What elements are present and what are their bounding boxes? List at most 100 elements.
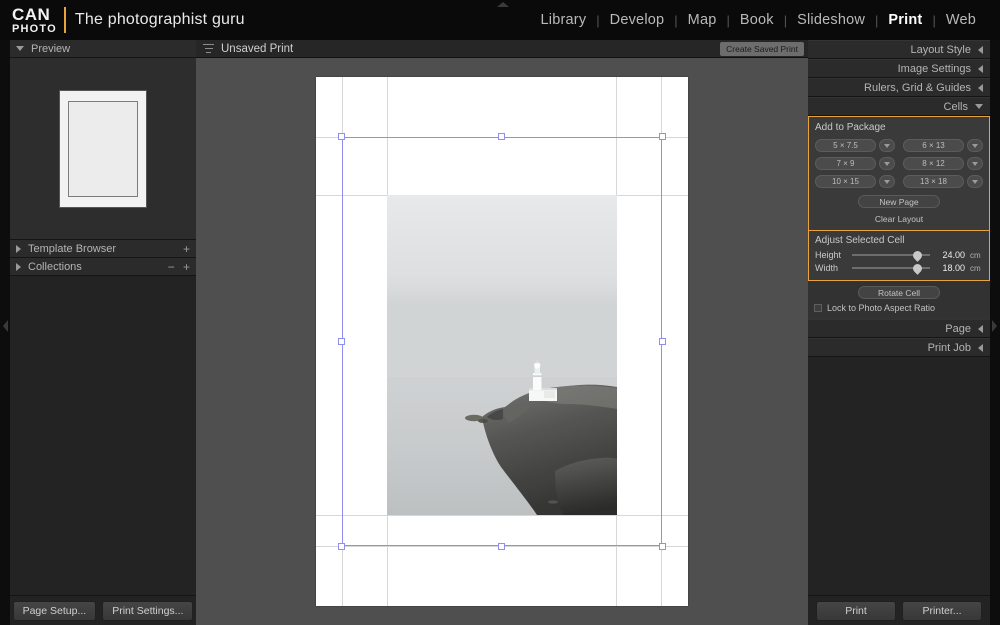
chevron-down-icon <box>972 143 978 148</box>
logo-line1: CAN <box>12 4 51 24</box>
chevron-down-icon <box>884 143 890 148</box>
cell-size-5x75: 5 × 7.5 <box>815 139 895 152</box>
collapse-right-panel-arrow-icon[interactable] <box>992 320 997 332</box>
chevron-down-icon <box>975 104 983 109</box>
rotate-cell-button[interactable]: Rotate Cell <box>858 286 940 299</box>
panel-header-rulers-grid-guides[interactable]: Rulers, Grid & Guides <box>808 78 990 97</box>
print-button[interactable]: Print <box>816 600 896 621</box>
cell-size-7x9-dropdown[interactable] <box>879 157 895 170</box>
nav-item-library[interactable]: Library <box>531 12 597 28</box>
resize-handle-bottom-center[interactable] <box>498 543 505 550</box>
width-slider[interactable] <box>852 261 930 275</box>
preview-cell <box>68 100 138 197</box>
new-page-button[interactable]: New Page <box>858 195 940 208</box>
cell-size-6x13-dropdown[interactable] <box>967 139 983 152</box>
panel-header-template-browser[interactable]: Template Browser + <box>10 240 196 258</box>
chevron-down-icon <box>972 161 978 166</box>
cell-size-7x9-button[interactable]: 7 × 9 <box>815 157 876 170</box>
panel-header-preview[interactable]: Preview <box>10 40 196 58</box>
add-collection-button[interactable]: + <box>183 260 190 274</box>
print-settings-button[interactable]: Print Settings... <box>102 600 194 621</box>
nav-item-web[interactable]: Web <box>936 12 986 28</box>
page-setup-button[interactable]: Page Setup... <box>12 600 97 621</box>
width-value[interactable]: 18.00 <box>935 263 965 273</box>
resize-handle-bottom-right[interactable] <box>659 543 666 550</box>
panel-header-image-settings[interactable]: Image Settings <box>808 59 990 78</box>
panel-header-layout-style[interactable]: Layout Style <box>808 40 990 59</box>
collapse-left-panel-arrow-icon[interactable] <box>3 320 8 332</box>
height-unit: cm <box>970 250 981 260</box>
chevron-right-icon <box>16 244 21 253</box>
resize-handle-top-left[interactable] <box>338 133 345 140</box>
logo-line2: PHOTO <box>12 22 57 35</box>
cell-size-13x18-dropdown[interactable] <box>967 175 983 188</box>
cells-panel-body: Add to Package 5 × 7.5 6 × 13 7 × 9 8 × … <box>808 116 990 231</box>
panel-header-rulers-grid-guides-label: Rulers, Grid & Guides <box>864 81 971 94</box>
remove-collection-button[interactable]: − <box>168 260 175 274</box>
resize-handle-middle-right[interactable] <box>659 337 666 345</box>
left-panel: Preview Template Browser + Collections −… <box>10 40 196 625</box>
chevron-down-icon <box>884 179 890 184</box>
nav-item-develop[interactable]: Develop <box>600 12 675 28</box>
panel-header-page[interactable]: Page <box>808 319 990 338</box>
printer-button[interactable]: Printer... <box>902 600 982 621</box>
cell-size-13x18: 13 × 18 <box>903 175 983 188</box>
panel-header-image-settings-label: Image Settings <box>897 62 971 75</box>
resize-handle-top-right[interactable] <box>659 133 666 140</box>
collapse-top-panel-arrow-icon[interactable] <box>497 2 509 7</box>
panel-header-cells-label: Cells <box>943 100 968 113</box>
panel-header-collections-label: Collections <box>28 260 82 273</box>
logo-divider <box>63 7 66 33</box>
chevron-right-icon <box>16 262 21 271</box>
height-value[interactable]: 24.00 <box>935 250 965 260</box>
width-unit: cm <box>970 263 981 273</box>
height-slider-knob[interactable] <box>910 248 924 262</box>
filter-list-icon[interactable] <box>203 44 214 53</box>
cell-size-10x15-dropdown[interactable] <box>879 175 895 188</box>
adjust-selected-cell-label: Adjust Selected Cell <box>815 235 905 246</box>
panel-header-cells[interactable]: Cells <box>808 97 990 116</box>
create-saved-print-button[interactable]: Create Saved Print <box>720 41 804 56</box>
cell-size-8x12-dropdown[interactable] <box>967 157 983 170</box>
nav-item-slideshow[interactable]: Slideshow <box>787 12 875 28</box>
lock-aspect-ratio-checkbox[interactable] <box>814 304 822 312</box>
chevron-left-icon <box>978 45 983 54</box>
resize-handle-bottom-left[interactable] <box>338 543 345 550</box>
print-page[interactable] <box>316 77 688 606</box>
collections-controls: − + <box>163 260 190 274</box>
chevron-down-icon <box>884 161 890 166</box>
nav-item-book[interactable]: Book <box>730 12 784 28</box>
chevron-down-icon <box>16 46 24 51</box>
right-panel-button-bar: Print Printer... <box>808 595 990 625</box>
cell-size-10x15-button[interactable]: 10 × 15 <box>815 175 876 188</box>
cell-size-6x13-button[interactable]: 6 × 13 <box>903 139 964 152</box>
cell-size-8x12: 8 × 12 <box>903 157 983 170</box>
cell-size-8x12-button[interactable]: 8 × 12 <box>903 157 964 170</box>
panel-header-print-job-label: Print Job <box>927 341 971 354</box>
nav-item-map[interactable]: Map <box>678 12 727 28</box>
print-canvas[interactable] <box>196 58 808 625</box>
panel-header-print-job[interactable]: Print Job <box>808 338 990 357</box>
preview-thumbnail-area <box>10 58 196 240</box>
right-panel: Layout Style Image Settings Rulers, Grid… <box>808 40 990 625</box>
cell-size-5x75-dropdown[interactable] <box>879 139 895 152</box>
add-template-button[interactable]: + <box>183 242 190 256</box>
template-browser-controls: + <box>178 242 190 256</box>
panel-header-layout-style-label: Layout Style <box>910 43 971 56</box>
resize-handle-middle-left[interactable] <box>338 337 345 345</box>
cell-selection-rectangle[interactable] <box>338 133 666 550</box>
clear-layout-button[interactable]: Clear Layout <box>853 212 945 225</box>
lock-aspect-ratio-row[interactable]: Lock to Photo Aspect Ratio <box>814 303 984 313</box>
panel-header-collections[interactable]: Collections − + <box>10 258 196 276</box>
add-to-package-label: Add to Package <box>815 122 886 133</box>
cell-size-13x18-button[interactable]: 13 × 18 <box>903 175 964 188</box>
width-slider-knob[interactable] <box>910 261 924 275</box>
cell-size-5x75-button[interactable]: 5 × 7.5 <box>815 139 876 152</box>
height-slider[interactable] <box>852 248 930 262</box>
lock-aspect-ratio-label: Lock to Photo Aspect Ratio <box>827 303 936 313</box>
height-label: Height <box>815 250 842 260</box>
left-panel-filler <box>10 276 196 595</box>
module-nav: Library | Develop | Map | Book | Slidesh… <box>531 12 986 28</box>
nav-item-print[interactable]: Print <box>878 12 932 28</box>
resize-handle-top-center[interactable] <box>498 133 505 140</box>
